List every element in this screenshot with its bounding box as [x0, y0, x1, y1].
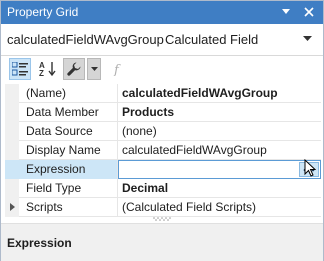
property-label: Display Name: [19, 141, 118, 160]
mouse-cursor-icon: [304, 159, 316, 177]
property-value[interactable]: Decimal: [118, 179, 321, 198]
chevron-down-icon: [90, 67, 98, 71]
sort-az-icon: A Z: [39, 61, 56, 77]
alphabetical-button[interactable]: A Z: [37, 58, 59, 80]
properties-button[interactable]: [63, 58, 85, 80]
events-button[interactable]: f: [109, 58, 127, 80]
property-label: Expression: [19, 160, 118, 179]
expression-value-field[interactable]: [118, 160, 321, 179]
property-label: Field Type: [19, 179, 118, 198]
fx-icon: f: [113, 63, 121, 76]
property-label: (Name): [19, 84, 118, 103]
expand-arrow-icon[interactable]: [10, 203, 15, 211]
property-label: Data Source: [19, 122, 118, 141]
close-icon: [304, 7, 314, 17]
description-panel: Expression: [1, 223, 323, 261]
svg-text:Z: Z: [39, 69, 44, 77]
property-row-data-source[interactable]: Data Source (none): [5, 122, 321, 141]
property-label: Data Member: [19, 103, 118, 122]
toolbar: A Z f: [1, 56, 323, 83]
object-selector[interactable]: calculatedFieldWAvgGroup Calculated Fiel…: [1, 24, 323, 56]
window-position-button[interactable]: [277, 3, 295, 21]
window-position-icon: [282, 9, 290, 14]
description-title: Expression: [7, 236, 72, 250]
title-bar: Property Grid: [1, 1, 323, 24]
property-value[interactable]: Products: [118, 103, 321, 122]
property-value[interactable]: calculatedFieldWAvgGroup: [118, 84, 321, 103]
property-row-field-type[interactable]: Field Type Decimal: [5, 179, 321, 198]
property-row-data-member[interactable]: Data Member Products: [5, 103, 321, 122]
wrench-icon: [67, 62, 81, 76]
chevron-down-icon[interactable]: [303, 36, 312, 42]
property-row-expression[interactable]: Expression: [5, 160, 321, 179]
grip-icon: [153, 217, 171, 221]
property-grid-window: Property Grid calculatedFieldWAvgGroup C…: [0, 0, 324, 261]
property-value[interactable]: calculatedFieldWAvgGroup: [118, 141, 321, 160]
properties-dropdown-button[interactable]: [87, 58, 101, 80]
categorized-icon: [12, 62, 28, 76]
property-row-name[interactable]: (Name) calculatedFieldWAvgGroup: [5, 84, 321, 103]
window-title: Property Grid: [7, 5, 79, 19]
close-button[interactable]: [300, 3, 318, 21]
property-value[interactable]: (none): [118, 122, 321, 141]
property-row-display-name[interactable]: Display Name calculatedFieldWAvgGroup: [5, 141, 321, 160]
svg-text:f: f: [113, 63, 121, 76]
selected-object-type: Calculated Field: [165, 32, 259, 47]
selected-object-name: calculatedFieldWAvgGroup: [7, 32, 164, 47]
categorized-button[interactable]: [9, 58, 31, 80]
property-grid: (Name) calculatedFieldWAvgGroup Data Mem…: [5, 84, 321, 217]
description-splitter[interactable]: [1, 215, 323, 223]
